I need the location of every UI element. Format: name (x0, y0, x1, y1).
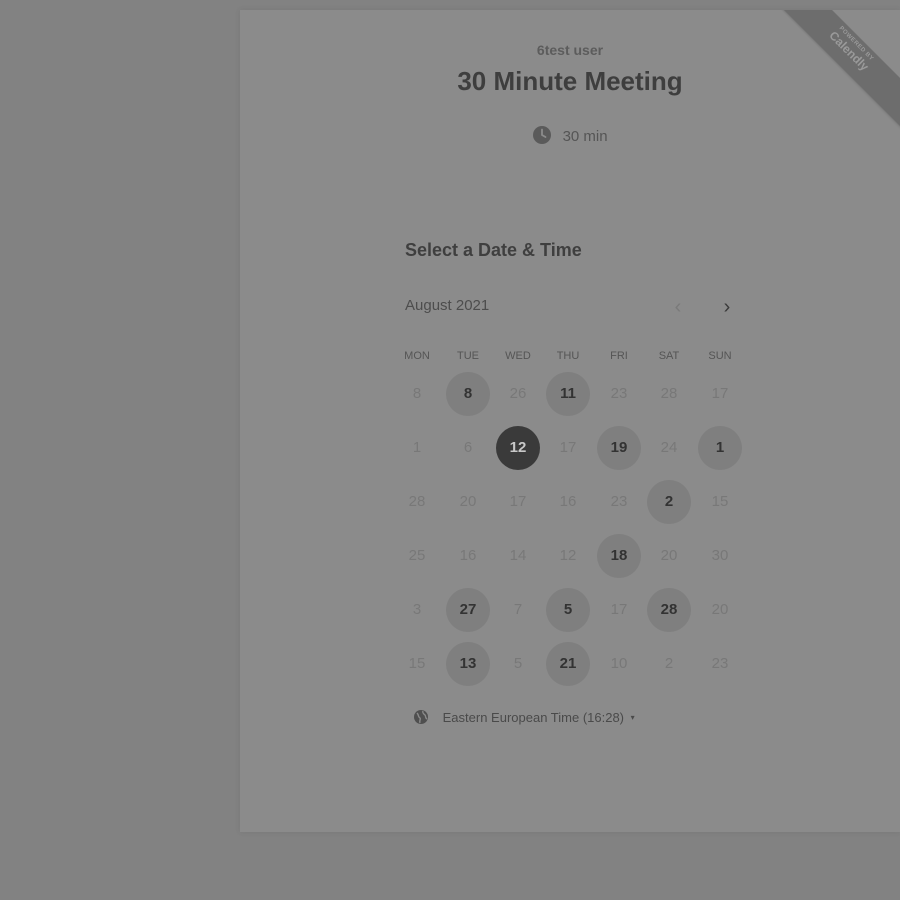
weekday-tue: TUE (457, 350, 479, 362)
calendar-day: 16 (459, 547, 477, 564)
calendar-day: 12 (559, 547, 577, 564)
calendar-day-available[interactable]: 2 (647, 480, 691, 524)
chevron-left-icon[interactable]: ‹ (663, 293, 693, 323)
calendar-day: 17 (509, 493, 527, 510)
calendar-day: 17 (711, 385, 729, 402)
calendar-day: 28 (660, 385, 678, 402)
calendar-day-available[interactable]: 27 (446, 588, 490, 632)
chevron-right-icon[interactable]: › (712, 293, 742, 323)
calendar-day: 30 (711, 547, 729, 564)
calendar-day: 14 (509, 547, 527, 564)
calendar-day: 17 (559, 439, 577, 456)
calendar-day-available[interactable]: 19 (597, 426, 641, 470)
clock-icon (533, 126, 552, 144)
duration-info: 30 min (240, 125, 900, 145)
month-label: August 2021 (405, 297, 490, 314)
weekday-fri: FRI (610, 350, 628, 362)
weekday-sat: SAT (658, 350, 680, 362)
calendar-day-available[interactable]: 21 (546, 642, 590, 686)
weekday-mon: MON (404, 350, 430, 362)
duration-label: 30 min (562, 128, 608, 145)
calendar-day: 1 (412, 439, 422, 456)
calendar-day: 20 (711, 601, 729, 618)
organizer-name: 6test user (536, 42, 604, 58)
calendar-day-selected[interactable]: 12 (496, 426, 540, 470)
calendar-day: 15 (408, 655, 426, 672)
weekday-thu: THU (556, 350, 580, 362)
calendar-day: 28 (408, 493, 426, 510)
calendar-day: 2 (664, 655, 674, 672)
calendar-day: 5 (513, 655, 523, 672)
calendar-day: 20 (459, 493, 477, 510)
calendar-day: 7 (513, 601, 523, 618)
calendar-day: 25 (408, 547, 426, 564)
calendar-day: 16 (559, 493, 577, 510)
timezone-selector[interactable]: Eastern European Time (16:28) ▾ (413, 709, 635, 725)
calendar-day-available[interactable]: 5 (546, 588, 590, 632)
calendar-day: 24 (660, 439, 678, 456)
calendar-day: 23 (610, 493, 628, 510)
calendar-day-available[interactable]: 8 (446, 372, 490, 416)
calendar-day: 3 (412, 601, 422, 618)
calendar-day: 20 (660, 547, 678, 564)
calendar-day: 15 (711, 493, 729, 510)
calendar-day: 17 (610, 601, 628, 618)
select-date-heading: Select a Date & Time (405, 240, 582, 260)
calendar-day: 6 (463, 439, 473, 456)
calendar-day-available[interactable]: 11 (546, 372, 590, 416)
ribbon-line1: POWERED BY (837, 25, 875, 63)
calendar-day-available[interactable]: 18 (597, 534, 641, 578)
calendar-day: 23 (711, 655, 729, 672)
calendar-day: 10 (610, 655, 628, 672)
timezone-label: Eastern European Time (16:28) (442, 710, 625, 725)
calendar-day: 23 (610, 385, 628, 402)
globe-icon (414, 710, 428, 724)
calendar-day-available[interactable]: 28 (647, 588, 691, 632)
caret-down-icon: ▾ (630, 713, 635, 722)
weekday-sun: SUN (708, 350, 732, 362)
calendar-day-available[interactable]: 1 (698, 426, 742, 470)
calendar-day: 8 (412, 385, 422, 402)
calendar-day-available[interactable]: 13 (446, 642, 490, 686)
booking-card: POWERED BY Calendly 6test user 30 Minute… (240, 10, 900, 832)
calendar-day: 26 (509, 385, 527, 402)
event-title: 30 Minute Meeting (457, 66, 683, 96)
weekday-wed: WED (505, 350, 531, 362)
